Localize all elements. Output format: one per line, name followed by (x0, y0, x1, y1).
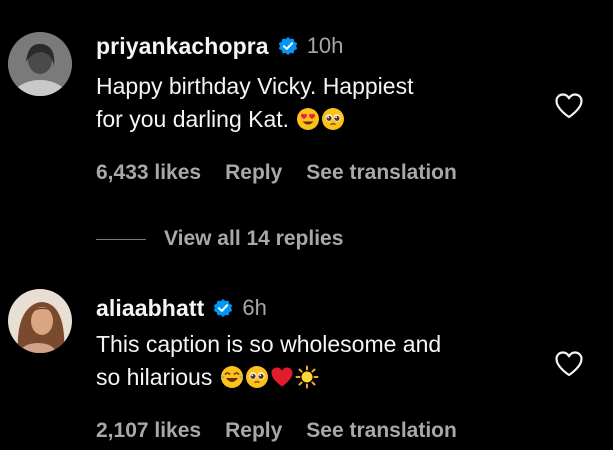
comment-text-line: This caption is so wholesome and (96, 331, 442, 357)
pleading-face-emoji-icon (245, 366, 268, 388)
comment-text-line: for you darling Kat. (96, 106, 290, 132)
view-replies-button[interactable]: View all 14 replies (96, 227, 343, 251)
avatar-aliaabhatt[interactable] (8, 289, 72, 353)
verified-badge-icon (278, 37, 297, 55)
reply-button[interactable]: Reply (225, 161, 282, 185)
pleading-face-emoji-icon (322, 108, 345, 130)
comment-header: aliaabhatt 6h (96, 292, 267, 324)
comments-screen: priyankachopra 10h Happy birthday Vicky.… (0, 0, 613, 450)
username[interactable]: aliaabhatt (96, 295, 204, 322)
see-translation-button[interactable]: See translation (306, 419, 457, 443)
replies-divider (96, 238, 146, 240)
heart-eyes-emoji-icon (297, 108, 320, 130)
comment-meta: 2,107 likes Reply See translation (96, 419, 481, 443)
like-heart-icon[interactable] (554, 350, 584, 378)
comment-text-line-2: for you darling Kat. (96, 103, 546, 136)
likes-count[interactable]: 6,433 likes (96, 161, 201, 185)
view-replies-label: View all 14 replies (164, 227, 344, 250)
comment-text: Happy birthday Vicky. Happiest for you d… (96, 70, 546, 136)
comment-meta: 6,433 likes Reply See translation (96, 161, 481, 185)
likes-count[interactable]: 2,107 likes (96, 419, 201, 443)
reply-button[interactable]: Reply (225, 419, 282, 443)
see-translation-button[interactable]: See translation (306, 161, 457, 185)
comment-time: 6h (242, 295, 267, 320)
avatar-priyankachopra[interactable] (8, 32, 72, 96)
username[interactable]: priyankachopra (96, 33, 269, 60)
like-heart-icon[interactable] (554, 92, 584, 120)
verified-badge-icon (214, 299, 233, 317)
sun-emoji-icon (295, 365, 319, 389)
tears-of-joy-emoji-icon (220, 366, 244, 388)
comment-text-line: Happy birthday Vicky. Happiest (96, 73, 414, 99)
red-heart-emoji-icon (271, 367, 293, 387)
comment-text-line: so hilarious (96, 364, 213, 390)
comment-text: This caption is so wholesome and so hila… (96, 328, 546, 394)
comment-time: 10h (306, 33, 344, 58)
comment-text-line-2: so hilarious (96, 361, 546, 394)
comment-header: priyankachopra 10h (96, 30, 343, 62)
